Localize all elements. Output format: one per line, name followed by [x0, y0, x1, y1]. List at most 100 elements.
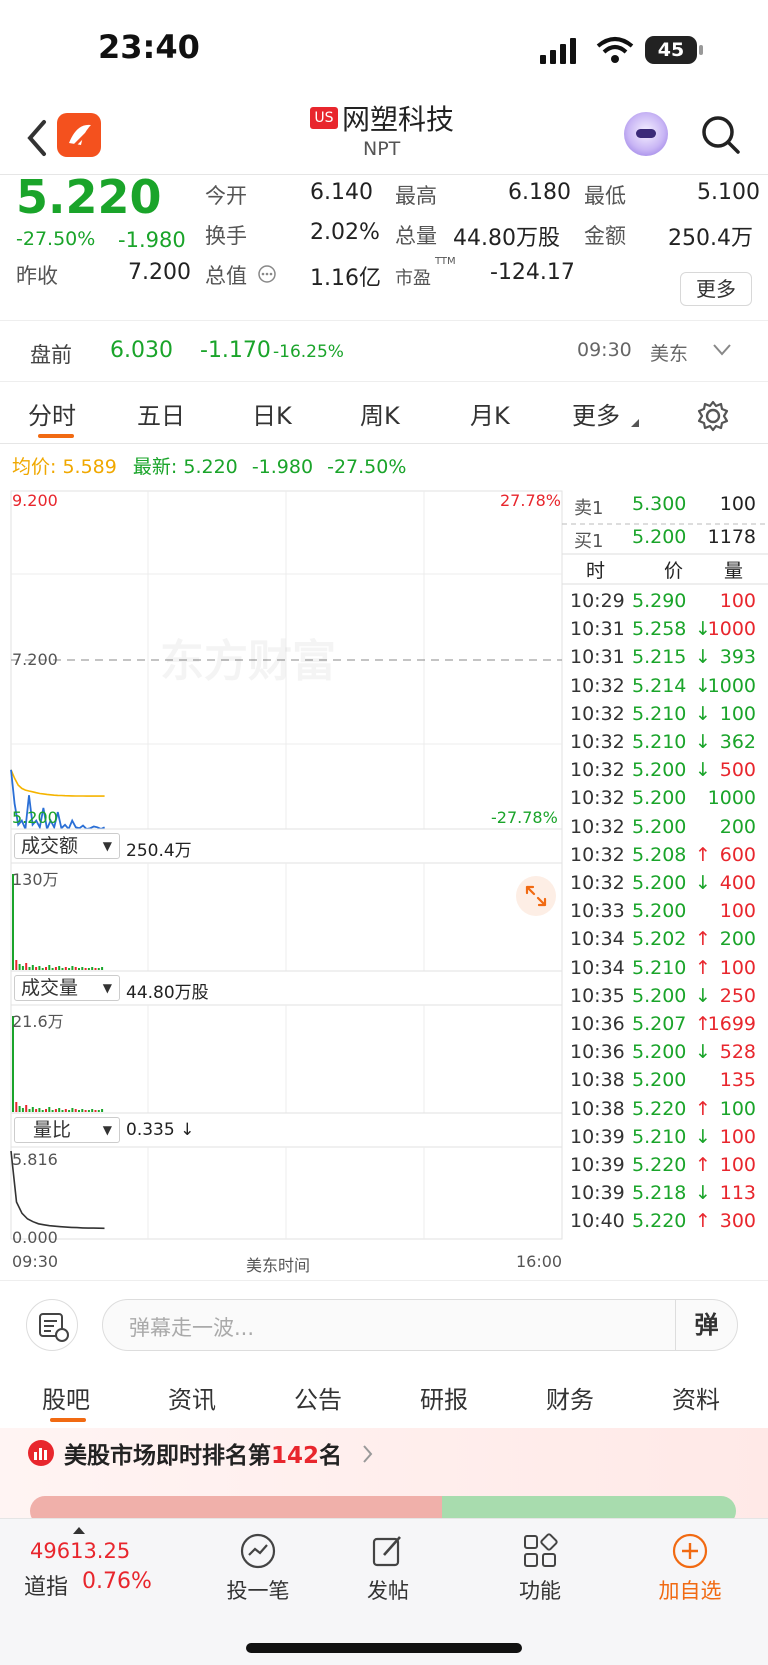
rank-suffix: 名 [319, 1443, 343, 1469]
arrow-down-icon: ↓ [695, 984, 711, 1007]
amount-indicator-select[interactable]: 成交额 ▼ [14, 833, 120, 859]
tab-daily-k[interactable]: 日K [252, 396, 292, 431]
app-logo-icon[interactable] [57, 113, 101, 157]
arrow-up-icon: ↑ [695, 1154, 711, 1176]
nav-add-watchlist-button[interactable]: 加自选 [640, 1531, 740, 1611]
trade-price: 5.200 [632, 872, 687, 894]
trade-time: 10:39 [570, 1182, 625, 1205]
rank-chart-icon [28, 1440, 54, 1466]
volume-bar [21, 1108, 24, 1112]
trade-price: 5.220 [632, 1097, 687, 1120]
nav-functions-button[interactable]: 功能 [490, 1531, 590, 1611]
market-rank-banner[interactable]: 美股市场即时排名第142名 [0, 1428, 768, 1526]
tab-weekly-k[interactable]: 周K [360, 396, 400, 431]
change-pct: -27.50% [16, 228, 96, 250]
more-button[interactable]: 更多 [680, 272, 752, 306]
watermark: 东方财富 [160, 637, 336, 686]
volume-bar [25, 1105, 28, 1112]
volume-bar [28, 1109, 31, 1112]
trade-volume: 300 [719, 1210, 756, 1233]
arrow-up-icon: ↑ [695, 928, 711, 951]
trade-time: 10:34 [570, 928, 625, 951]
tab-research[interactable]: 研报 [420, 1380, 468, 1415]
settings-gear-icon[interactable] [697, 400, 729, 432]
trade-time: 10:32 [570, 815, 625, 838]
tab-intraday[interactable]: 分时 [28, 396, 76, 431]
trade-time: 10:36 [570, 1041, 625, 1064]
volume-indicator-select[interactable]: 成交量 ▼ [14, 975, 120, 1001]
index-name[interactable]: 道指 [24, 1569, 68, 1601]
trade-price: 5.202 [632, 928, 687, 951]
danmu-placeholder: 弹幕走一波... [129, 1316, 255, 1340]
volume-bar [54, 1109, 57, 1112]
search-icon[interactable] [700, 114, 742, 156]
nav-add-watchlist-label: 加自选 [658, 1579, 722, 1603]
volume-bar [78, 968, 80, 970]
expand-icon[interactable] [516, 876, 556, 916]
danmu-input[interactable]: 弹幕走一波... 弹 [102, 1299, 738, 1351]
pe-value: -124.17 [490, 260, 575, 285]
trade-price: 5.220 [632, 1210, 687, 1233]
mktcap-value: 1.16亿 [310, 266, 381, 291]
danmu-toggle-button[interactable]: 弹 [675, 1300, 737, 1350]
intraday-chart[interactable]: 东方财富 9.200 7.200 5.200 27.78% -27.78% 成交… [0, 488, 768, 1278]
premarket-row[interactable]: 盘前 6.030 -1.170 -16.25% 09:30 美东 [0, 320, 768, 382]
trade-time: 10:32 [570, 787, 625, 810]
content-tabs: 股吧 资讯 公告 研报 财务 资料 [0, 1368, 768, 1428]
more-dots-icon[interactable] [257, 264, 277, 284]
ask-volume: 100 [719, 493, 756, 515]
danmu-bar: 弹幕走一波... 弹 [0, 1280, 768, 1365]
trade-row: 10:32 5.208 ↑ 600 [562, 844, 768, 872]
index-pct[interactable]: 0.76% [82, 1569, 152, 1594]
arrow-up-icon: ↑ [695, 956, 711, 979]
trade-row: 10:32 5.210 ↓ 100 [562, 703, 768, 731]
tab-financials[interactable]: 财务 [546, 1380, 594, 1415]
tab-monthly-k[interactable]: 月K [470, 396, 510, 431]
open-label: 今开 [205, 184, 247, 208]
ask-price: 5.300 [632, 493, 687, 515]
edit-icon [372, 1536, 401, 1567]
trade-row: 10:35 5.200 ↓ 250 [562, 985, 768, 1013]
trade-price: 5.200 [632, 787, 687, 810]
latest-pct: -27.50% [327, 456, 407, 478]
volume-bar [35, 1109, 38, 1112]
volume-bar [74, 967, 77, 970]
pe-superscript: TTM [435, 256, 456, 267]
trade-price: 5.220 [632, 1154, 687, 1176]
trade-row: 10:36 5.207 ↑ 1699 [562, 1013, 768, 1041]
trade-time: 10:38 [570, 1097, 625, 1120]
trade-price: 5.258 [632, 618, 687, 641]
back-icon[interactable] [24, 118, 48, 158]
tab-news[interactable]: 资讯 [168, 1380, 216, 1415]
chevron-down-icon[interactable] [712, 343, 732, 357]
trade-volume: 100 [719, 1154, 756, 1176]
trade-time: 10:40 [570, 1210, 625, 1233]
trade-time: 10:35 [570, 984, 625, 1007]
trade-row: 10:39 5.218 ↓ 113 [562, 1182, 768, 1210]
arrow-down-icon: ↓ [695, 731, 711, 753]
tab-more[interactable]: 更多 [572, 396, 620, 431]
volume-bar [51, 1110, 54, 1112]
tab-announcements[interactable]: 公告 [294, 1380, 342, 1415]
tab-five-day[interactable]: 五日 [137, 396, 185, 431]
trade-row: 10:32 5.200 200 [562, 816, 768, 844]
volume-bar [41, 968, 44, 970]
index-value[interactable]: 49613.25 [30, 1539, 130, 1563]
battery-icon: 45 [645, 36, 697, 64]
tab-profile[interactable]: 资料 [672, 1380, 720, 1415]
active-tab-indicator [38, 434, 74, 438]
amount-axis-max: 130万 [12, 870, 59, 889]
low-value: 5.100 [697, 180, 760, 205]
trade-row: 10:32 5.210 ↓ 362 [562, 731, 768, 759]
tab-forum[interactable]: 股吧 [42, 1380, 90, 1415]
danmu-list-icon[interactable] [26, 1299, 78, 1351]
arrow-down-icon: ↓ [695, 1125, 711, 1148]
ratio-indicator-select[interactable]: 量比 ▼ [14, 1117, 120, 1143]
change-abs: -1.980 [118, 228, 186, 252]
assistant-avatar-icon[interactable] [624, 112, 668, 156]
stock-ticker: NPT [363, 138, 401, 160]
nav-post-button[interactable]: 发帖 [338, 1531, 438, 1611]
trade-row: 10:29 5.290 100 [562, 590, 768, 618]
trade-price: 5.290 [632, 590, 687, 612]
nav-trade-button[interactable]: 投一笔 [208, 1531, 308, 1611]
